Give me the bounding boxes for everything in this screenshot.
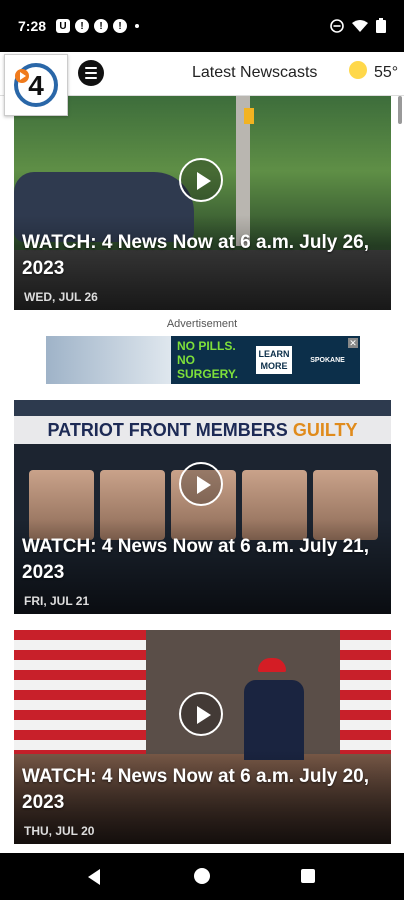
sun-icon[interactable] [349, 61, 367, 79]
scrollbar[interactable] [398, 96, 402, 124]
status-right-icons [330, 18, 386, 33]
svg-text:4: 4 [28, 70, 44, 101]
play-icon[interactable] [179, 462, 223, 506]
temperature[interactable]: 55° [374, 64, 398, 82]
newscast-list[interactable]: WATCH: 4 News Now at 6 a.m. July 26, 202… [0, 96, 404, 853]
status-time: 7:28 [18, 18, 47, 34]
newscast-date: WED, JUL 26 [24, 290, 98, 304]
play-icon[interactable] [179, 692, 223, 736]
menu-line [85, 77, 97, 79]
thumbnail-headline-main: PATRIOT FRONT MEMBERS [47, 420, 288, 440]
thumbnail-headline-accent: GUILTY [292, 420, 358, 440]
ad-text: NO PILLS. NO SURGERY. [177, 339, 238, 381]
dnd-icon [330, 18, 344, 33]
thumbnail-sign [244, 108, 254, 124]
home-icon[interactable] [194, 868, 210, 884]
menu-line [85, 67, 97, 69]
wifi-icon [352, 19, 368, 32]
notification-dot-icon [135, 24, 140, 28]
4-news-logo-icon: 4 [14, 63, 58, 107]
ad-banner[interactable]: NO PILLS. NO SURGERY. LEARN MORE SPOKANE… [46, 336, 360, 384]
newscast-date: THU, JUL 20 [24, 824, 95, 838]
status-bar: 7:28 U ! ! ! [0, 0, 404, 52]
ad-label: Advertisement [166, 318, 238, 330]
page-title: Latest Newscasts [192, 64, 318, 81]
play-icon[interactable] [179, 158, 223, 202]
ad-brand: SPOKANE [310, 356, 345, 364]
newscast-card[interactable]: WATCH: 4 News Now at 6 a.m. July 20, 202… [14, 630, 391, 844]
menu-button[interactable] [78, 60, 104, 86]
ad-image [46, 336, 171, 384]
thumbnail-person [244, 680, 304, 760]
newscast-card[interactable]: WATCH: 4 News Now at 6 a.m. July 26, 202… [14, 96, 391, 310]
back-icon[interactable] [88, 869, 100, 885]
thumbnail-band [14, 400, 391, 416]
newscast-card[interactable]: PATRIOT FRONT MEMBERS GUILTY WATCH: 4 Ne… [14, 400, 391, 614]
newscast-title[interactable]: WATCH: 4 News Now at 6 a.m. July 21, 202… [22, 534, 381, 586]
thumbnail-cap [258, 658, 286, 672]
alert-icon: ! [94, 19, 109, 33]
newscast-date: FRI, JUL 21 [24, 594, 90, 608]
system-nav-bar [0, 853, 404, 900]
newscast-title[interactable]: WATCH: 4 News Now at 6 a.m. July 20, 202… [22, 764, 381, 816]
alert-icon: ! [75, 19, 90, 33]
ad-close-icon[interactable]: ✕ [348, 338, 358, 348]
app-header: 4 Latest Newscasts 55° [0, 52, 404, 116]
newscast-title[interactable]: WATCH: 4 News Now at 6 a.m. July 26, 202… [22, 230, 381, 282]
app-logo[interactable]: 4 [4, 54, 68, 116]
u-icon: U [56, 19, 71, 33]
thumbnail-headline: PATRIOT FRONT MEMBERS GUILTY [14, 416, 391, 444]
alert-icon: ! [113, 19, 128, 33]
battery-icon [376, 18, 386, 33]
menu-line [85, 72, 97, 74]
recent-apps-icon[interactable] [301, 869, 315, 883]
ad-learn-more-button[interactable]: LEARN MORE [256, 346, 292, 374]
